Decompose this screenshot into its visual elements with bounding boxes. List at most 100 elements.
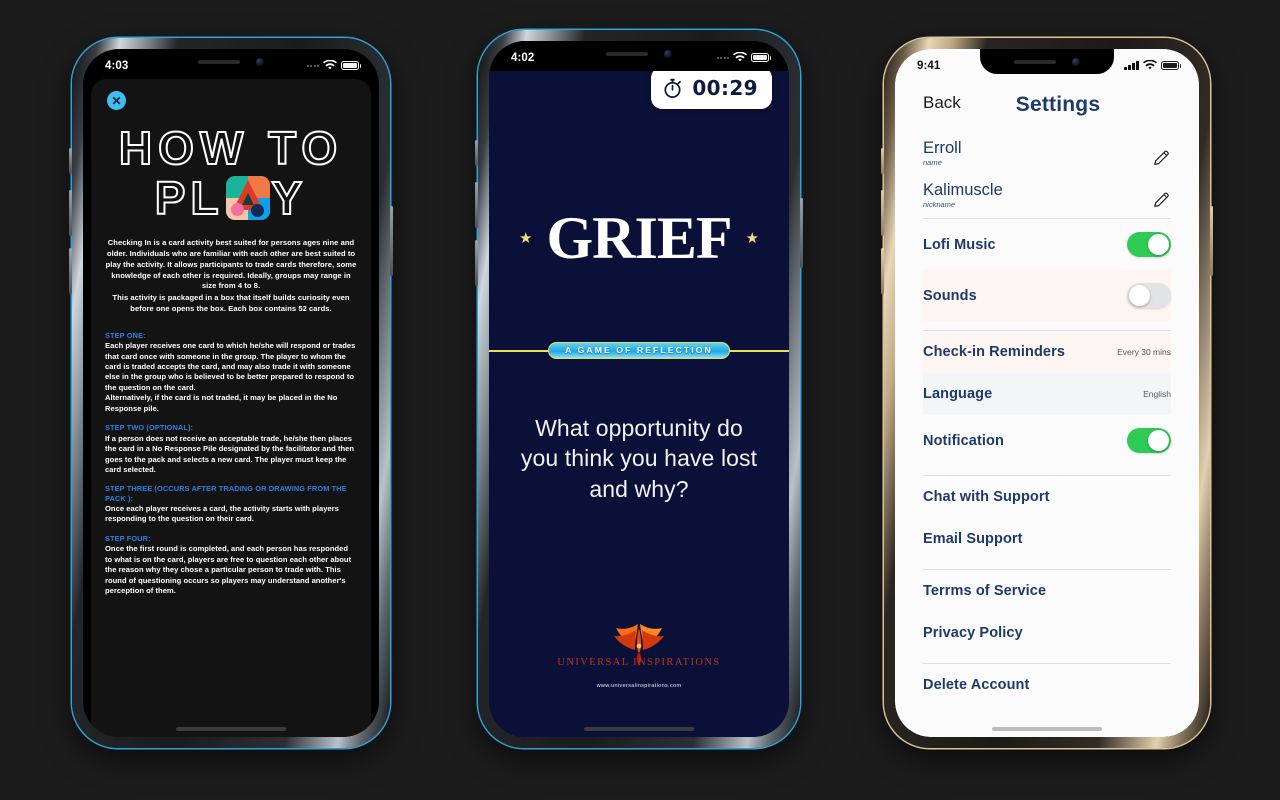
silence-switch[interactable]: [69, 148, 72, 174]
setting-label: Lofi Music: [923, 236, 996, 253]
intro-text: Checking In is a card activity best suit…: [105, 238, 357, 314]
profile-row-name[interactable]: Erroll name: [923, 125, 1171, 167]
title-line-2: PL Y: [105, 172, 357, 225]
status-time: 4:02: [511, 51, 535, 64]
phone-bezel: 9:41 Back Settings Erroll name Kalimuscl…: [895, 49, 1199, 737]
setting-row-privacy-policy[interactable]: Privacy Policy: [923, 612, 1171, 654]
wifi-icon: [323, 60, 337, 70]
lofi-music-toggle[interactable]: [1127, 232, 1171, 258]
silence-switch[interactable]: [881, 148, 884, 174]
grief-screen: 4:02 00:29 ★ GRIEF ★ A GAME OF REFLECTIO…: [489, 41, 789, 737]
home-indicator[interactable]: [992, 727, 1102, 731]
profile-section: Erroll name Kalimuscle nickname: [895, 125, 1199, 209]
steps-list: STEP ONE: Each player receives one card …: [105, 331, 357, 597]
volume-down-button[interactable]: [475, 240, 478, 286]
phone-how-to-play: 4:03 ✕ HOW TO PL Y Checking In is a card…: [69, 38, 393, 748]
title-line-2-after: Y: [271, 172, 308, 225]
phone-bezel: 4:03 ✕ HOW TO PL Y Checking In is a card…: [83, 49, 379, 737]
battery-icon: [1161, 60, 1182, 71]
setting-value: Every 30 mins: [1117, 347, 1171, 358]
setting-label: Check-in Reminders: [923, 344, 1066, 361]
front-camera-icon: [664, 49, 672, 58]
setting-row-lofi-music[interactable]: Lofi Music: [923, 219, 1171, 270]
grief-logo: ★ GRIEF ★: [489, 205, 789, 271]
legal-section: Terrms of Service Privacy Policy: [895, 570, 1199, 654]
app-logo-a-icon: [225, 176, 270, 221]
intro-paragraph: Checking In is a card activity best suit…: [105, 238, 357, 291]
step-body: Each player receives one card to which h…: [105, 341, 357, 414]
navigation-bar: Back Settings: [895, 79, 1199, 125]
profile-label: nickname: [923, 200, 956, 210]
sounds-toggle[interactable]: [1127, 283, 1171, 309]
wifi-icon: [733, 52, 747, 62]
setting-label: Language: [923, 386, 993, 403]
grief-wordmark: GRIEF: [546, 205, 732, 271]
back-button[interactable]: Back: [923, 93, 961, 113]
step-heading: STEP TWO (OPTIONAL):: [105, 423, 194, 433]
volume-down-button[interactable]: [881, 248, 884, 294]
pencil-icon[interactable]: [1152, 148, 1171, 167]
battery-icon: [751, 52, 772, 63]
front-camera-icon: [256, 57, 264, 66]
home-indicator[interactable]: [584, 727, 694, 731]
step-item: STEP THREE (OCCURS AFTER TRADING OR DRAW…: [105, 484, 357, 524]
intro-paragraph: This activity is packaged in a box that …: [112, 293, 350, 313]
phone-settings: 9:41 Back Settings Erroll name Kalimuscl…: [881, 38, 1213, 748]
danger-section: Delete Account: [895, 664, 1199, 706]
wifi-icon: [1143, 60, 1157, 70]
setting-row-language[interactable]: Language English: [923, 373, 1171, 416]
setting-row-email-support[interactable]: Email Support: [923, 518, 1171, 560]
status-indicators: [716, 52, 772, 63]
volume-up-button[interactable]: [475, 182, 478, 228]
step-heading: STEP FOUR:: [105, 533, 151, 543]
home-indicator[interactable]: [176, 727, 286, 731]
settings-content: Back Settings Erroll name Kalimuscle nic…: [895, 49, 1199, 737]
status-indicators: [306, 60, 362, 71]
step-item: STEP TWO (OPTIONAL): If a person does no…: [105, 423, 357, 475]
setting-row-sounds[interactable]: Sounds: [923, 270, 1171, 322]
setting-row-terms-of-service[interactable]: Terrms of Service: [923, 570, 1171, 612]
power-button[interactable]: [800, 198, 803, 268]
setting-row-check-in-reminders[interactable]: Check-in Reminders Every 30 mins: [923, 331, 1171, 374]
setting-label: Email Support: [923, 531, 1023, 548]
how-to-play-screen: 4:03 ✕ HOW TO PL Y Checking In is a card…: [83, 49, 379, 737]
setting-value: English: [1143, 389, 1171, 400]
volume-up-button[interactable]: [881, 190, 884, 236]
volume-down-button[interactable]: [69, 248, 72, 294]
setting-label: Notification: [923, 432, 1004, 449]
close-icon[interactable]: ✕: [107, 91, 126, 110]
setting-row-notification[interactable]: Notification: [923, 415, 1171, 466]
setting-row-delete-account[interactable]: Delete Account: [923, 664, 1171, 706]
brand-name: UNIVERSAL INSPIRATIONS: [557, 657, 721, 668]
step-paragraph: If a person does not receive an acceptab…: [105, 433, 355, 474]
screenshot-canvas: 4:03 ✕ HOW TO PL Y Checking In is a card…: [0, 0, 1280, 800]
silence-switch[interactable]: [475, 140, 478, 166]
step-paragraph: Once the first round is completed, and e…: [105, 544, 352, 595]
preferences-section: Check-in Reminders Every 30 mins Languag…: [895, 331, 1199, 466]
pencil-icon[interactable]: [1152, 190, 1171, 209]
how-to-play-card: ✕ HOW TO PL Y Checking In is a card acti…: [91, 79, 371, 737]
tagline-ribbon-row: A GAME OF REFLECTION: [489, 341, 789, 359]
status-indicators: [1124, 60, 1182, 71]
setting-row-chat-with-support[interactable]: Chat with Support: [923, 476, 1171, 518]
earpiece-speaker: [1014, 59, 1056, 64]
title-line-2-before: PL: [154, 172, 224, 225]
power-button[interactable]: [390, 206, 393, 276]
earpiece-speaker: [198, 59, 240, 64]
cellular-dots-icon: [716, 56, 729, 59]
stopwatch-icon: [662, 78, 683, 99]
step-heading: STEP ONE:: [105, 330, 146, 340]
timer-badge[interactable]: 00:29: [651, 67, 772, 109]
step-item: STEP ONE: Each player receives one card …: [105, 331, 357, 415]
power-button[interactable]: [1210, 206, 1213, 276]
volume-up-button[interactable]: [69, 190, 72, 236]
step-paragraph: Alternatively, if the card is not traded…: [105, 393, 338, 413]
profile-value: Erroll: [923, 139, 962, 157]
brand-logo: UNIVERSAL INSPIRATIONS www.universalinsp…: [489, 622, 789, 689]
earpiece-speaker: [606, 51, 648, 56]
profile-row-nickname[interactable]: Kalimuscle nickname: [923, 167, 1171, 209]
notch: [572, 41, 706, 66]
title-line-1: HOW TO: [118, 122, 344, 174]
notification-toggle[interactable]: [1127, 428, 1171, 454]
setting-label: Sounds: [923, 287, 977, 304]
